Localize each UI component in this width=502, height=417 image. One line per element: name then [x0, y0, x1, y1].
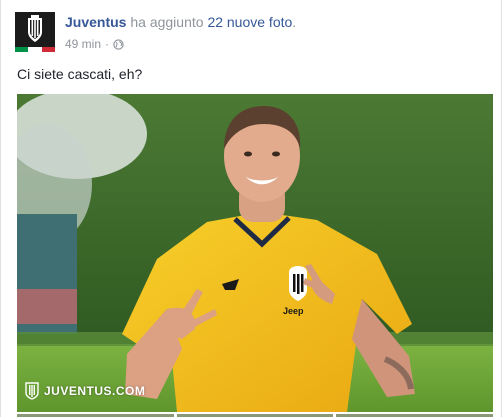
post-meta: 49 min ·: [65, 37, 124, 51]
photo-watermark: JUVENTUS.COM: [25, 382, 145, 400]
page-avatar[interactable]: [15, 12, 55, 52]
page-name-link[interactable]: Juventus: [65, 14, 126, 30]
post-timestamp[interactable]: 49 min: [65, 37, 101, 51]
post-message: Ci siete cascati, eh?: [17, 66, 143, 82]
post-photo[interactable]: Jeep JUVENTUS.COM: [17, 94, 493, 412]
photos-count-link[interactable]: 22 nuove foto: [207, 14, 292, 30]
globe-icon[interactable]: [113, 38, 124, 50]
meta-separator: ·: [105, 37, 110, 51]
player-photo-illustration: [17, 94, 493, 412]
juventus-logo-icon: [15, 12, 55, 47]
action-text: ha aggiunto: [126, 14, 208, 30]
juventus-watermark-icon: [25, 382, 39, 400]
feed-post: Juventus ha aggiunto 22 nuove foto. 49 m…: [0, 0, 502, 417]
action-end: .: [292, 14, 297, 30]
watermark-text: JUVENTUS.COM: [44, 384, 146, 398]
jersey-sponsor-text: Jeep: [283, 306, 304, 316]
italy-flag-stripe: [15, 47, 55, 52]
post-header: Juventus ha aggiunto 22 nuove foto.: [65, 14, 296, 30]
